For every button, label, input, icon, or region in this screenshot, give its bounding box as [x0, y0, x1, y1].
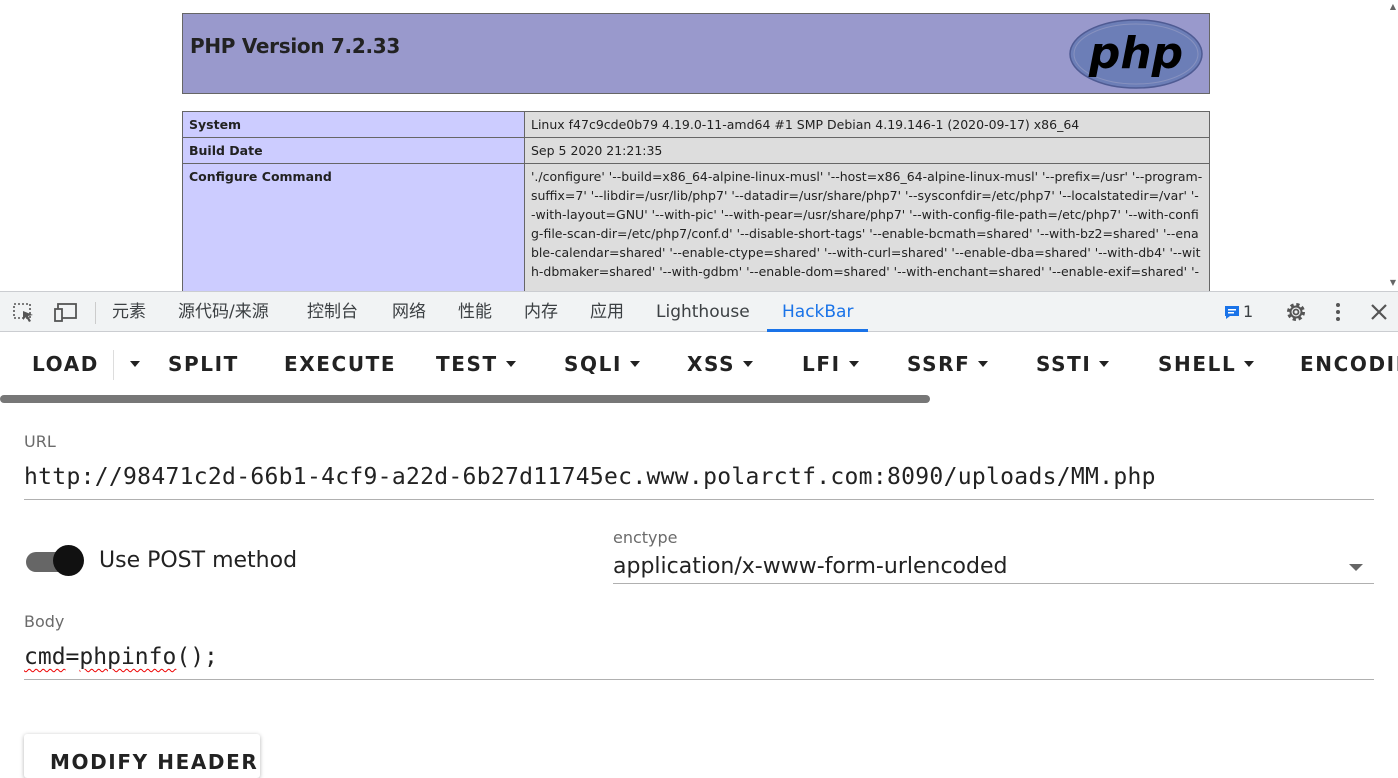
chevron-down-icon: [1099, 361, 1110, 367]
chevron-down-icon: [505, 361, 516, 367]
page-scrollbar[interactable]: ▲ ▼: [1390, 0, 1398, 291]
url-label: URL: [24, 432, 56, 451]
chevron-down-icon: [978, 361, 989, 367]
inspect-element-icon[interactable]: [12, 302, 36, 322]
ssti-menu-button[interactable]: SSTI: [1036, 352, 1110, 376]
encoding-menu-button[interactable]: ENCODIN: [1300, 352, 1398, 376]
post-toggle-label[interactable]: Use POST method: [99, 548, 297, 573]
xss-label: XSS: [687, 352, 736, 376]
enctype-underline: [613, 583, 1374, 584]
close-devtools-icon[interactable]: [1368, 300, 1390, 324]
body-input[interactable]: cmd=phpinfo();: [24, 644, 218, 670]
shell-menu-button[interactable]: SHELL: [1158, 352, 1255, 376]
ssti-label: SSTI: [1036, 352, 1092, 376]
split-button[interactable]: SPLIT: [168, 352, 239, 376]
phpinfo-table: System Linux f47c9cde0b79 4.19.0-11-amd6…: [182, 111, 1210, 291]
xss-menu-button[interactable]: XSS: [687, 352, 754, 376]
chevron-down-icon: [1244, 361, 1255, 367]
tab-network[interactable]: 网络: [392, 292, 426, 332]
body-token-rest: ();: [176, 644, 218, 670]
tab-memory[interactable]: 内存: [524, 292, 558, 332]
url-input[interactable]: http://98471c2d-66b1-4cf9-a22d-6b27d1174…: [24, 464, 1156, 490]
body-token-phpinfo: phpinfo: [79, 644, 177, 670]
devtools-panel: 元素 源代码/来源 控制台 网络 性能 内存 应用 Lighthouse Hac…: [0, 291, 1398, 778]
shell-label: SHELL: [1158, 352, 1237, 376]
row-key: System: [182, 111, 525, 138]
execute-button[interactable]: EXECUTE: [284, 352, 396, 376]
enctype-label: enctype: [613, 528, 678, 547]
tab-console[interactable]: 控制台: [307, 292, 358, 332]
device-toolbar-icon[interactable]: [54, 302, 78, 322]
more-options-icon[interactable]: [1330, 300, 1346, 324]
tab-elements[interactable]: 元素: [112, 292, 146, 332]
post-toggle-switch[interactable]: [53, 545, 84, 576]
toolbar-divider: [95, 302, 96, 324]
dropdown-arrow-icon[interactable]: [1349, 564, 1363, 571]
hackbar-toolbar: LOAD SPLIT EXECUTE TEST SQLI XSS LFI SSR…: [0, 332, 1398, 402]
issues-count[interactable]: 1: [1243, 302, 1253, 321]
sqli-label: SQLI: [564, 352, 622, 376]
tab-sources[interactable]: 源代码/来源: [178, 292, 269, 332]
ssrf-label: SSRF: [907, 352, 971, 376]
table-row: Configure Command './configure' '--build…: [182, 163, 1210, 291]
sqli-menu-button[interactable]: SQLI: [564, 352, 640, 376]
body-underline: [24, 679, 1374, 680]
lfi-menu-button[interactable]: LFI: [802, 352, 859, 376]
row-key: Configure Command: [182, 163, 525, 291]
svg-text:php: php: [1088, 28, 1183, 79]
chevron-down-icon: [848, 361, 859, 367]
devtools-tabbar: 元素 源代码/来源 控制台 网络 性能 内存 应用 Lighthouse Hac…: [0, 291, 1398, 332]
body-label: Body: [24, 612, 65, 631]
row-value: Sep 5 2020 21:21:35: [524, 137, 1210, 164]
test-menu-button[interactable]: TEST: [436, 352, 516, 376]
tab-hackbar[interactable]: HackBar: [767, 292, 869, 332]
php-logo: php: [1069, 19, 1203, 89]
enctype-select[interactable]: application/x-www-form-urlencoded: [613, 554, 1007, 579]
load-dropdown-button[interactable]: [122, 352, 140, 376]
scroll-up-icon[interactable]: ▲: [1390, 2, 1396, 11]
row-key: Build Date: [182, 137, 525, 164]
toolbar-divider: [113, 350, 114, 380]
settings-gear-icon[interactable]: [1284, 300, 1308, 324]
row-value: './configure' '--build=x86_64-alpine-lin…: [524, 163, 1210, 291]
test-label: TEST: [436, 352, 498, 376]
modify-header-label: MODIFY HEADER: [50, 750, 259, 774]
table-row: System Linux f47c9cde0b79 4.19.0-11-amd6…: [182, 111, 1210, 138]
scroll-down-icon[interactable]: ▼: [1390, 278, 1396, 287]
issues-icon[interactable]: [1223, 300, 1243, 324]
body-token-eq: =: [65, 644, 80, 670]
row-value: Linux f47c9cde0b79 4.19.0-11-amd64 #1 SM…: [524, 111, 1210, 138]
ssrf-menu-button[interactable]: SSRF: [907, 352, 989, 376]
url-underline: [24, 499, 1374, 500]
tab-application[interactable]: 应用: [590, 292, 624, 332]
browser-viewport: PHP Version 7.2.33 php System Linux f47c…: [0, 0, 1398, 291]
phpinfo-header: PHP Version 7.2.33 php: [182, 13, 1210, 94]
chevron-down-icon: [130, 361, 140, 367]
modify-header-button[interactable]: MODIFY HEADER: [24, 734, 260, 778]
tab-lighthouse[interactable]: Lighthouse: [656, 292, 750, 332]
load-button[interactable]: LOAD: [32, 352, 99, 376]
chevron-down-icon: [630, 361, 640, 367]
php-version-title: PHP Version 7.2.33: [190, 34, 400, 58]
tab-performance[interactable]: 性能: [458, 292, 492, 332]
chevron-down-icon: [743, 361, 754, 367]
body-token-cmd: cmd: [24, 644, 66, 670]
table-row: Build Date Sep 5 2020 21:21:35: [182, 137, 1210, 164]
toolbar-scrollbar[interactable]: [0, 395, 930, 403]
lfi-label: LFI: [802, 352, 841, 376]
